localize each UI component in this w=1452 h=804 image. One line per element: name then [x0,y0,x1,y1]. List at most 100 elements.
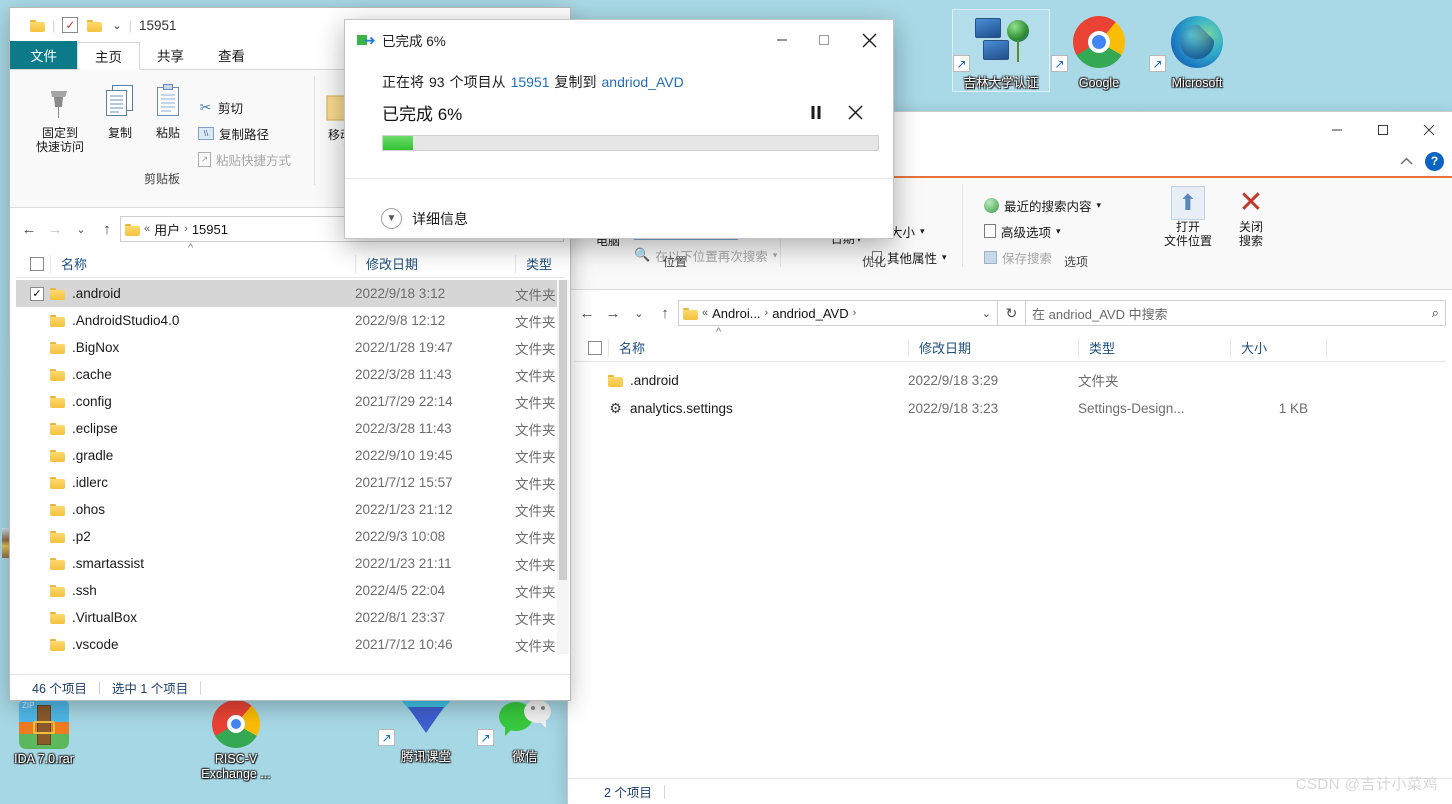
table-row[interactable]: .config 2021/7/29 22:14 文件夹 [16,388,564,415]
column-header-type[interactable]: 类型 [1078,338,1230,357]
chevron-down-icon[interactable]: ⌄ [112,19,121,32]
desktop-icon-wechat[interactable]: ↗ 微信 [477,698,573,765]
back-window-column-header[interactable]: 名称 修改日期 类型 大小 [574,334,1446,362]
forward-button[interactable]: → [42,216,68,242]
select-all-checkbox-cell[interactable] [16,255,50,273]
front-window-statusbar: 46 个项目 选中 1 个项目 [10,674,570,700]
table-row[interactable]: .ohos 2022/1/23 21:12 文件夹 [16,496,564,523]
front-window-column-header[interactable]: 名称 修改日期 类型 [16,250,564,278]
help-button[interactable]: ? [1425,151,1444,171]
open-file-location-label-line1: 打开 [1175,220,1200,234]
table-row[interactable]: .eclipse 2022/3/28 11:43 文件夹 [16,415,564,442]
back-window-file-list[interactable]: .android 2022/9/18 3:29 文件夹 ⚙ analytics.… [574,366,1446,422]
desktop-icon-microsoft-edge[interactable]: ↗ Microsoft [1149,10,1245,91]
collapse-ribbon-button[interactable] [1400,154,1413,169]
cut-button[interactable]: ✂ 剪切 [198,96,243,118]
table-row[interactable]: ✓ .android 2022/9/18 3:12 文件夹 [16,280,564,307]
column-header-blank[interactable] [1326,338,1446,357]
paste-shortcut-button[interactable]: ↗ 粘贴快捷方式 [198,148,291,170]
copy-progress-dialog[interactable]: ➜ 已完成 6% 正在将 93 个项目从 15951 复制到 andriod_A… [345,20,893,238]
tab-file[interactable]: 文件 [10,41,77,69]
forward-button[interactable]: → [600,300,626,326]
table-row[interactable]: ⚙ analytics.settings 2022/9/18 3:23 Sett… [574,394,1446,422]
op-destination-link[interactable]: andriod_AVD [602,74,684,90]
op-source-link[interactable]: 15951 [511,74,550,90]
refresh-button[interactable]: ↻ [998,300,1026,326]
tab-view[interactable]: 查看 [201,41,262,69]
desktop-icon-google-chrome[interactable]: ↗ Google [1051,10,1147,91]
column-header-date[interactable]: 修改日期 [355,254,515,273]
close-button[interactable] [1406,114,1452,146]
minimize-button[interactable] [1314,114,1360,146]
pause-button[interactable] [797,105,835,120]
table-row[interactable]: .p2 2022/9/3 10:08 文件夹 [16,523,564,550]
recent-locations-button[interactable]: ⌄ [626,300,652,326]
file-name-cell: .ssh [50,583,355,598]
table-row[interactable]: .vscode 2021/7/12 10:46 文件夹 [16,631,564,658]
table-row[interactable]: .gradle 2022/9/10 19:45 文件夹 [16,442,564,469]
column-header-type[interactable]: 类型 [515,254,564,273]
desktop-icon-ida-rar[interactable]: ZIP IDA 7.0.rar [0,698,92,767]
column-header-name[interactable]: 名称 [608,338,908,357]
breadcrumb-item-android[interactable]: Androi... [712,306,760,321]
maximize-button[interactable] [1360,114,1406,146]
breadcrumb-overflow[interactable]: « [702,307,708,319]
file-date: 2022/3/28 11:43 [355,421,452,436]
copy-path-button[interactable]: \\ 复制路径 [198,122,269,144]
select-all-checkbox-cell[interactable] [574,339,608,357]
tab-share[interactable]: 共享 [140,41,201,69]
breadcrumb-item-andriod-avd[interactable]: andriod_AVD [772,306,848,321]
scrollbar-thumb[interactable] [559,280,567,580]
column-header-date[interactable]: 修改日期 [908,338,1078,357]
select-all-checkbox[interactable] [30,256,44,271]
table-row[interactable]: .smartassist 2022/1/23 21:11 文件夹 [16,550,564,577]
back-window-navbar[interactable]: ← → ⌄ ↑ « Androi... › andriod_AVD › ⌄ ↻ … [574,296,1446,330]
recent-locations-button[interactable]: ⌄ [68,216,94,242]
table-row[interactable]: .android 2022/9/18 3:29 文件夹 [574,366,1446,394]
address-dropdown-icon[interactable]: ⌄ [982,307,993,320]
cancel-copy-button[interactable] [835,105,875,120]
desktop-icon-risc-v[interactable]: RISC-V Exchange ... [188,698,284,782]
file-name: analytics.settings [630,400,733,416]
row-checkbox[interactable]: ✓ [30,286,44,301]
new-folder-icon[interactable] [87,19,103,32]
open-file-location-button[interactable]: ⬆ 打开 文件位置 [1158,186,1218,248]
table-row[interactable]: .BigNox 2022/1/28 19:47 文件夹 [16,334,564,361]
advanced-options-button[interactable]: 高级选项 ▾ [984,220,1061,242]
back-button[interactable]: ← [574,300,600,326]
breadcrumb-item-users[interactable]: 用户 [154,220,180,239]
column-header-size[interactable]: 大小 [1230,338,1326,357]
desktop-icon-tencent-ketang[interactable]: ↗ 腾讯课堂 [378,698,474,765]
breadcrumb-item-15951[interactable]: 15951 [192,222,228,237]
column-header-name[interactable]: 名称 [50,254,355,273]
row-checkbox-cell[interactable]: ✓ [16,286,50,301]
table-row[interactable]: .AndroidStudio4.0 2022/9/8 12:12 文件夹 [16,307,564,334]
recent-searches-button[interactable]: 最近的搜索内容 ▾ [984,194,1101,216]
file-date: 2022/3/28 11:43 [355,367,452,382]
select-all-checkbox[interactable] [588,340,602,355]
desktop-icon-jlu-auth[interactable]: ↗ 吉林大学认证 [952,9,1050,92]
close-search-button[interactable]: ✕ 关闭 搜索 [1228,186,1274,249]
vertical-scrollbar[interactable] [557,280,569,654]
copy-dialog-titlebar[interactable]: ➜ 已完成 6% [345,20,893,60]
copy-button[interactable]: 复制 [98,82,142,140]
dialog-maximize-button[interactable] [803,23,845,57]
paste-button[interactable]: 粘贴 [146,82,190,140]
dialog-close-button[interactable] [845,23,893,57]
table-row[interactable]: .idlerc 2021/7/12 15:57 文件夹 [16,469,564,496]
tab-home[interactable]: 主页 [77,42,140,70]
up-button[interactable]: ↑ [94,216,120,242]
details-toggle[interactable]: ▼ 详细信息 [381,208,468,229]
pin-to-quick-access-button[interactable]: 固定到 快速访问 [28,82,92,154]
dialog-minimize-button[interactable] [761,23,803,57]
front-window-file-list[interactable]: ✓ .android 2022/9/18 3:12 文件夹 .AndroidStudio… [16,280,564,658]
address-bar[interactable]: « Androi... › andriod_AVD › ⌄ [678,300,998,326]
breadcrumb-overflow[interactable]: « [144,223,150,235]
search-input[interactable]: 在 andriod_AVD 中搜索 ⌕ [1026,300,1446,326]
up-button[interactable]: ↑ [652,300,678,326]
table-row[interactable]: .VirtualBox 2022/8/1 23:37 文件夹 [16,604,564,631]
properties-icon[interactable]: ✓ [62,17,79,33]
table-row[interactable]: .ssh 2022/4/5 22:04 文件夹 [16,577,564,604]
table-row[interactable]: .cache 2022/3/28 11:43 文件夹 [16,361,564,388]
back-button[interactable]: ← [16,216,42,242]
